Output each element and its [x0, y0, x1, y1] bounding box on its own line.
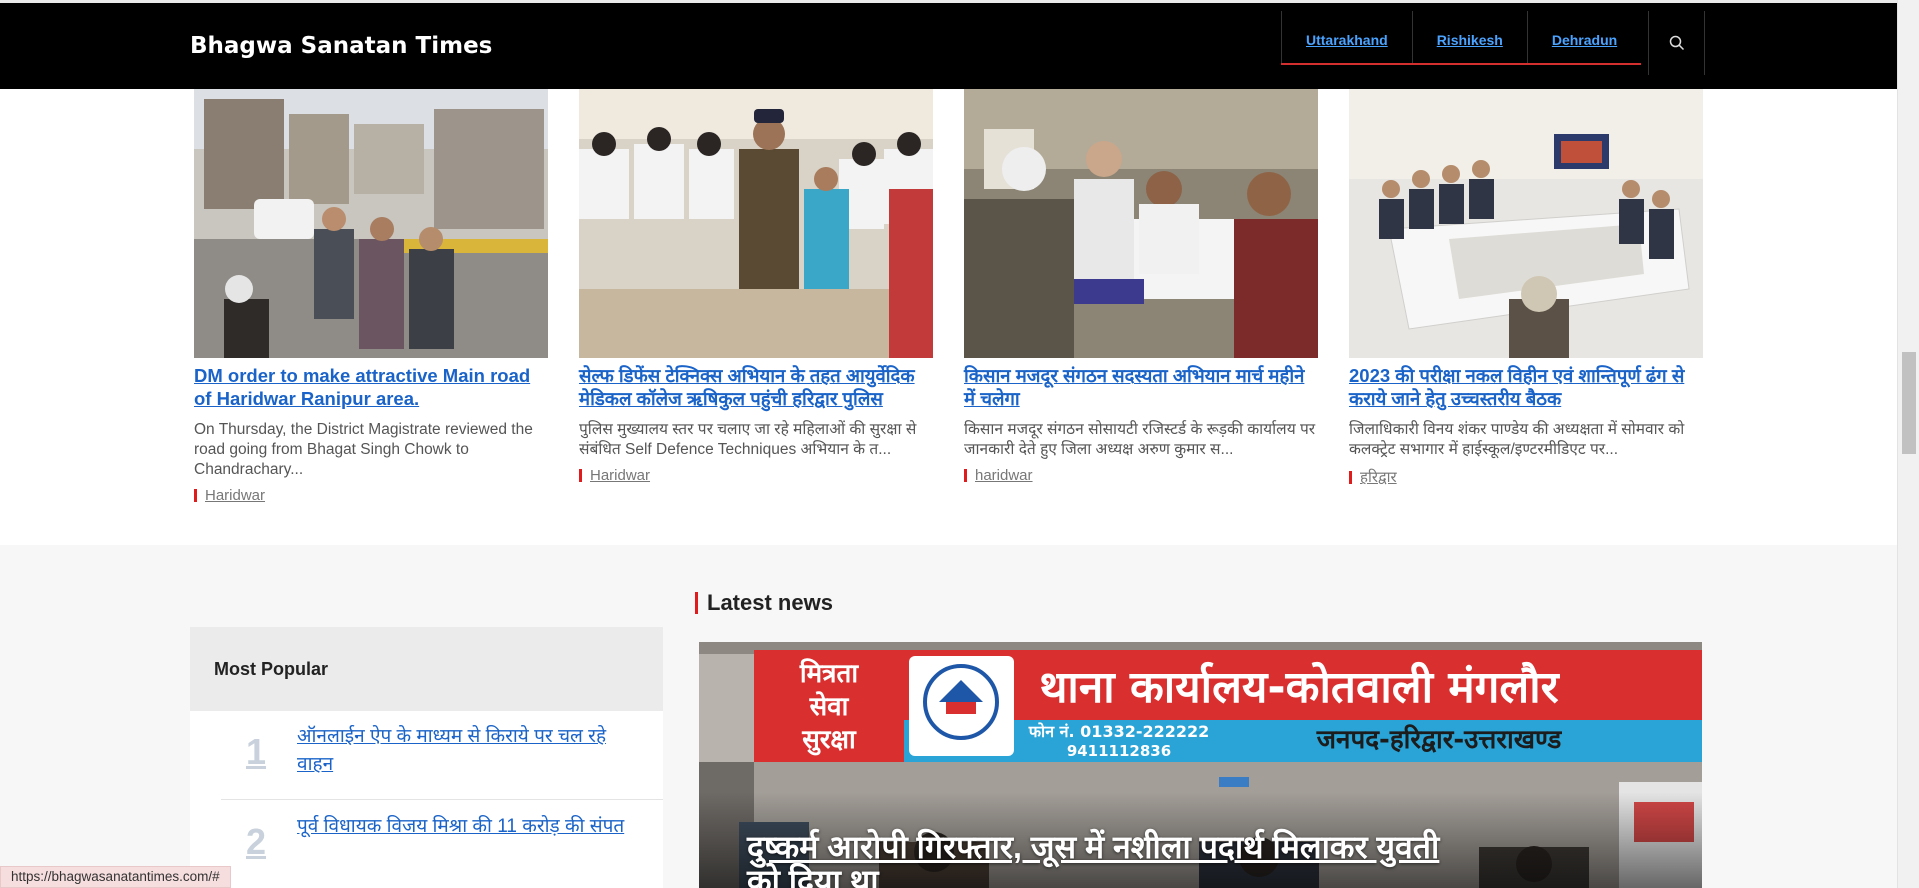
card-title-link[interactable]: सेल्फ डिफेंस टेक्निक्स अभियान के तहत आयु…: [579, 365, 915, 409]
card-category: haridwar: [964, 467, 1318, 484]
site-brand[interactable]: Bhagwa Sanatan Times: [190, 33, 492, 59]
latest-news-title: Latest news: [707, 590, 833, 615]
category-marker: [1349, 470, 1352, 484]
card-title-link[interactable]: किसान मजदूर संगठन सदस्यता अभियान मार्च म…: [964, 365, 1304, 409]
sign-left-word-3: सुरक्षा: [801, 725, 857, 756]
most-popular-heading: Most Popular: [190, 627, 663, 711]
sign-phone: फोन नं. 01332-222222: [1028, 722, 1210, 741]
page-scrollbar[interactable]: [1897, 0, 1919, 888]
category-marker: [194, 489, 197, 502]
news-card: 2023 की परीक्षा नकल विहीन एवं शान्तिपूर्…: [1349, 89, 1703, 487]
popular-rank: 1: [245, 731, 267, 772]
category-link[interactable]: haridwar: [975, 467, 1033, 484]
category-link[interactable]: Haridwar: [590, 467, 650, 484]
card-category: हरिद्वार: [1349, 467, 1703, 487]
card-image[interactable]: [964, 89, 1318, 358]
card-title-link[interactable]: 2023 की परीक्षा नकल विहीन एवं शान्तिपूर्…: [1349, 365, 1684, 409]
sign-left-word-1: मित्रता: [799, 658, 859, 689]
card-image[interactable]: [579, 89, 933, 358]
sign-phone2: 9411112836: [1067, 742, 1171, 760]
latest-news-hero[interactable]: मित्रता सेवा सुरक्षा थाना कार्यालय-कोतवा…: [699, 642, 1702, 888]
sign-left-word-2: सेवा: [809, 691, 850, 722]
card-title-link[interactable]: DM order to make attractive Main road of…: [194, 365, 530, 409]
sign-district: जनपद-हरिद्वार-उत्तराखण्ड: [1316, 724, 1563, 755]
popular-link[interactable]: ऑनलाईन ऐप के माध्यम से किराये पर चल रहे …: [297, 723, 647, 779]
category-link[interactable]: हरिद्वार: [1360, 467, 1397, 487]
site-header: Bhagwa Sanatan Times Uttarakhand Rishike…: [0, 0, 1897, 89]
nav-item-uttarakhand[interactable]: Uttarakhand: [1281, 11, 1412, 63]
most-popular-widget: Most Popular 1 ऑनलाईन ऐप के माध्यम से कि…: [190, 627, 663, 888]
card-excerpt: पुलिस मुख्यालय स्तर पर चलाए जा रहे महिला…: [579, 421, 917, 458]
news-card: सेल्फ डिफेंस टेक्निक्स अभियान के तहत आयु…: [579, 89, 933, 484]
browser-status-url: https://bhagwasanatantimes.com/#: [0, 866, 231, 888]
card-category: Haridwar: [579, 467, 933, 484]
nav-item-dehradun[interactable]: Dehradun: [1526, 11, 1641, 63]
main-nav: Uttarakhand Rishikesh Dehradun: [1281, 11, 1642, 65]
hero-headline-link[interactable]: दुष्कर्म आरोपी गिरफ्तार, जूस में नशीला प…: [747, 830, 1467, 888]
category-marker: [579, 469, 582, 482]
search-icon: [1669, 35, 1684, 51]
sign-main-text: थाना कार्यालय-कोतवाली मंगलौर: [1039, 661, 1560, 713]
heading-marker: [695, 592, 698, 614]
card-image[interactable]: [194, 89, 548, 358]
popular-rank: 2: [245, 821, 267, 862]
card-excerpt: किसान मजदूर संगठन सोसायटी रजिस्टर्ड के र…: [964, 421, 1316, 458]
card-excerpt: On Thursday, the District Magistrate rev…: [194, 421, 533, 478]
news-card: किसान मजदूर संगठन सदस्यता अभियान मार्च म…: [964, 89, 1318, 484]
scrollbar-thumb[interactable]: [1902, 352, 1916, 454]
card-excerpt: जिलाधिकारी विनय शंकर पाण्डेय की अध्यक्षत…: [1349, 421, 1685, 458]
category-marker: [964, 469, 967, 482]
divider: [221, 799, 663, 800]
news-card: DM order to make attractive Main road of…: [194, 89, 548, 504]
search-button[interactable]: [1648, 11, 1705, 75]
nav-item-rishikesh[interactable]: Rishikesh: [1411, 11, 1527, 63]
category-link[interactable]: Haridwar: [205, 487, 265, 504]
popular-link[interactable]: पूर्व विधायक विजय मिश्रा की 11 करोड़ की …: [297, 813, 647, 841]
card-image[interactable]: [1349, 89, 1703, 358]
featured-cards: DM order to make attractive Main road of…: [0, 89, 1897, 545]
card-category: Haridwar: [194, 487, 548, 504]
latest-news-heading: Latest news: [695, 590, 833, 616]
